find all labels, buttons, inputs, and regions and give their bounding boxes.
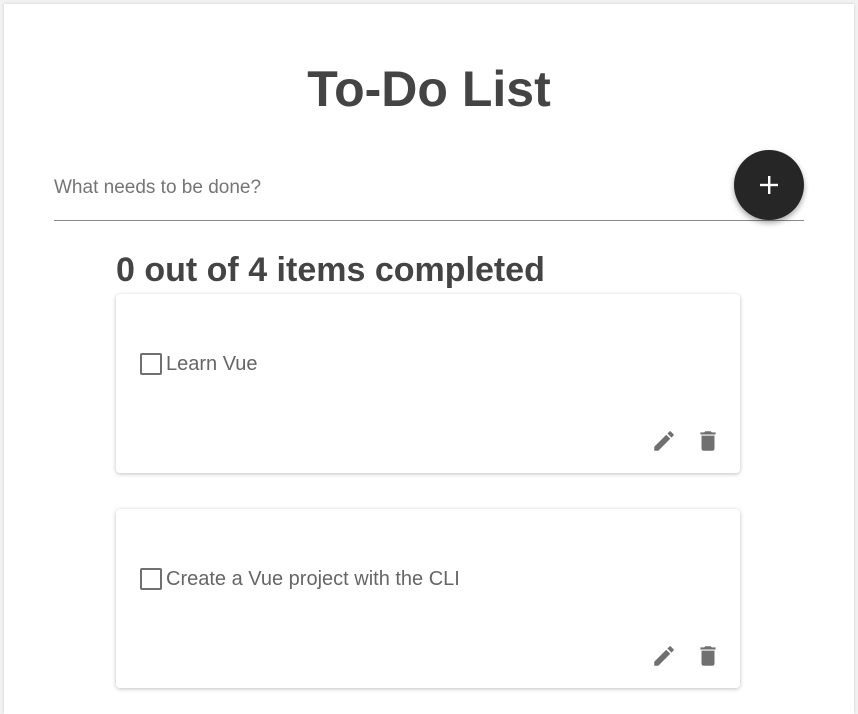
- todo-label[interactable]: Learn Vue: [166, 352, 258, 376]
- todo-checkbox[interactable]: [140, 568, 162, 590]
- plus-icon: [760, 176, 778, 194]
- add-todo-button[interactable]: [734, 150, 804, 220]
- todo-app: To-Do List 0 out of 4 items completed Le…: [4, 4, 854, 714]
- page-title: To-Do List: [307, 61, 551, 117]
- trash-icon: [700, 646, 716, 666]
- todo-item: Create a Vue project with the CLI: [140, 567, 460, 591]
- delete-todo-button[interactable]: [694, 642, 722, 670]
- todo-card: Create a Vue project with the CLI: [116, 509, 740, 688]
- trash-icon: [700, 431, 716, 451]
- edit-todo-button[interactable]: [650, 642, 678, 670]
- todo-label[interactable]: Create a Vue project with the CLI: [166, 567, 460, 591]
- todo-checkbox[interactable]: [140, 353, 162, 375]
- new-todo-field: [54, 164, 804, 221]
- todo-item: Learn Vue: [140, 352, 258, 376]
- new-todo-input[interactable]: [54, 172, 714, 204]
- edit-todo-button[interactable]: [650, 427, 678, 455]
- todo-actions: [634, 642, 722, 670]
- completion-summary: 0 out of 4 items completed: [116, 251, 545, 289]
- pencil-icon: [654, 646, 674, 666]
- todo-card: Learn Vue: [116, 294, 740, 473]
- pencil-icon: [654, 431, 674, 451]
- todo-actions: [634, 427, 722, 455]
- delete-todo-button[interactable]: [694, 427, 722, 455]
